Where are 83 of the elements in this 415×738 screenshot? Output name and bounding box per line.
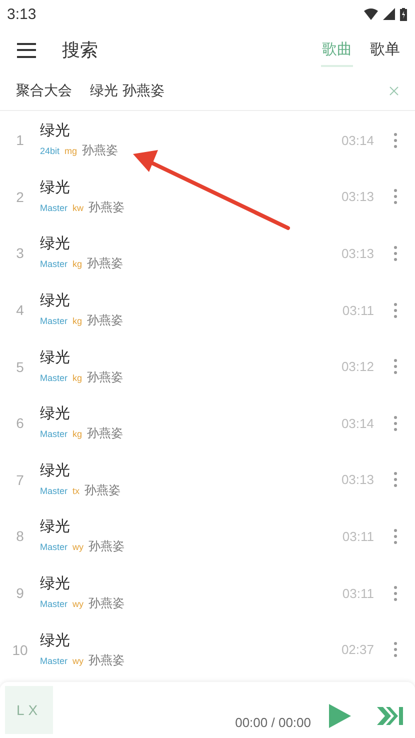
source-tag: mg <box>64 146 78 156</box>
status-time: 3:13 <box>7 6 36 22</box>
song-title[interactable]: 绿光 <box>40 517 125 536</box>
quality-tag: Master <box>40 316 68 326</box>
song-duration: 03:14 <box>341 132 374 148</box>
song-duration: 03:11 <box>342 528 374 544</box>
more-icon[interactable] <box>394 246 397 261</box>
song-title[interactable]: 绿光 <box>40 630 125 650</box>
menu-icon[interactable] <box>17 42 36 58</box>
track-number: 6 <box>15 415 25 432</box>
more-icon[interactable] <box>394 132 397 148</box>
artist-name: 孙燕姿 <box>82 142 118 160</box>
more-icon[interactable] <box>394 642 397 658</box>
song-title[interactable]: 绿光 <box>40 404 124 424</box>
artist-name: 孙燕姿 <box>88 198 125 216</box>
more-icon[interactable] <box>394 302 397 318</box>
play-time: 00:00 / 00:00 <box>235 715 311 730</box>
song-title[interactable]: 绿光 <box>40 291 124 310</box>
source-tag: kw <box>72 202 84 213</box>
song-title[interactable]: 绿光 <box>40 121 118 140</box>
more-icon[interactable] <box>394 472 397 488</box>
source-tag: wy <box>72 542 84 552</box>
song-duration: 03:11 <box>342 302 374 318</box>
page-title: 搜索 <box>62 39 98 62</box>
quality-tag: Master <box>40 599 68 610</box>
next-icon[interactable] <box>377 707 403 725</box>
source-tag: wy <box>72 599 84 610</box>
artist-name: 孙燕姿 <box>84 482 121 499</box>
source-tag: kg <box>72 316 82 326</box>
song-duration: 02:37 <box>341 642 374 658</box>
track-number: 2 <box>15 188 25 205</box>
more-icon[interactable] <box>394 528 397 544</box>
artist-name: 孙燕姿 <box>87 368 124 386</box>
artist-name: 孙燕姿 <box>88 652 125 669</box>
battery-icon <box>400 8 407 20</box>
play-icon[interactable] <box>329 704 351 728</box>
close-icon[interactable] <box>389 86 399 96</box>
artist-name: 孙燕姿 <box>88 595 125 612</box>
song-title[interactable]: 绿光 <box>40 234 124 254</box>
song-title[interactable]: 绿光 <box>40 574 125 594</box>
track-number: 1 <box>15 132 25 148</box>
artist-name: 孙燕姿 <box>88 538 125 556</box>
artist-name: 孙燕姿 <box>87 425 124 442</box>
source-tag: wy <box>72 656 84 666</box>
more-icon[interactable] <box>394 359 397 374</box>
signal-icon <box>383 8 395 20</box>
song-duration: 03:13 <box>341 189 374 204</box>
song-duration: 03:13 <box>341 246 374 261</box>
quality-tag: Master <box>40 429 68 440</box>
song-duration: 03:14 <box>341 416 374 431</box>
quality-tag: Master <box>40 259 68 270</box>
more-icon[interactable] <box>394 416 397 431</box>
track-number: 8 <box>15 528 25 544</box>
song-title[interactable]: 绿光 <box>40 460 121 480</box>
artist-name: 孙燕姿 <box>87 255 124 272</box>
quality-tag: Master <box>40 542 68 552</box>
track-number: 4 <box>15 302 25 318</box>
track-number: 7 <box>15 472 25 488</box>
quality-tag: Master <box>40 656 68 666</box>
track-number: 10 <box>11 642 29 658</box>
search-field[interactable]: 绿光 孙燕姿 <box>90 82 164 100</box>
song-duration: 03:12 <box>341 359 374 374</box>
source-tag: tx <box>72 486 80 496</box>
source-selector[interactable]: 聚合大会 <box>16 82 72 100</box>
quality-tag: Master <box>40 202 68 213</box>
source-tag: kg <box>72 259 82 270</box>
more-icon[interactable] <box>394 586 397 601</box>
song-duration: 03:13 <box>341 472 374 488</box>
quality-tag: Master <box>40 372 68 383</box>
track-number: 5 <box>15 358 25 375</box>
song-title[interactable]: 绿光 <box>40 178 125 197</box>
song-title[interactable]: 绿光 <box>40 348 124 367</box>
source-tag: kg <box>72 372 82 383</box>
artist-name: 孙燕姿 <box>87 312 124 330</box>
track-number: 9 <box>15 585 25 602</box>
quality-tag: 24bit <box>40 146 60 156</box>
song-duration: 03:11 <box>342 586 374 601</box>
more-icon[interactable] <box>394 189 397 204</box>
track-number: 3 <box>15 245 25 262</box>
source-tag: kg <box>72 429 82 440</box>
quality-tag: Master <box>40 486 68 496</box>
tab[interactable]: 歌单 <box>369 34 401 66</box>
wifi-icon <box>364 8 378 20</box>
